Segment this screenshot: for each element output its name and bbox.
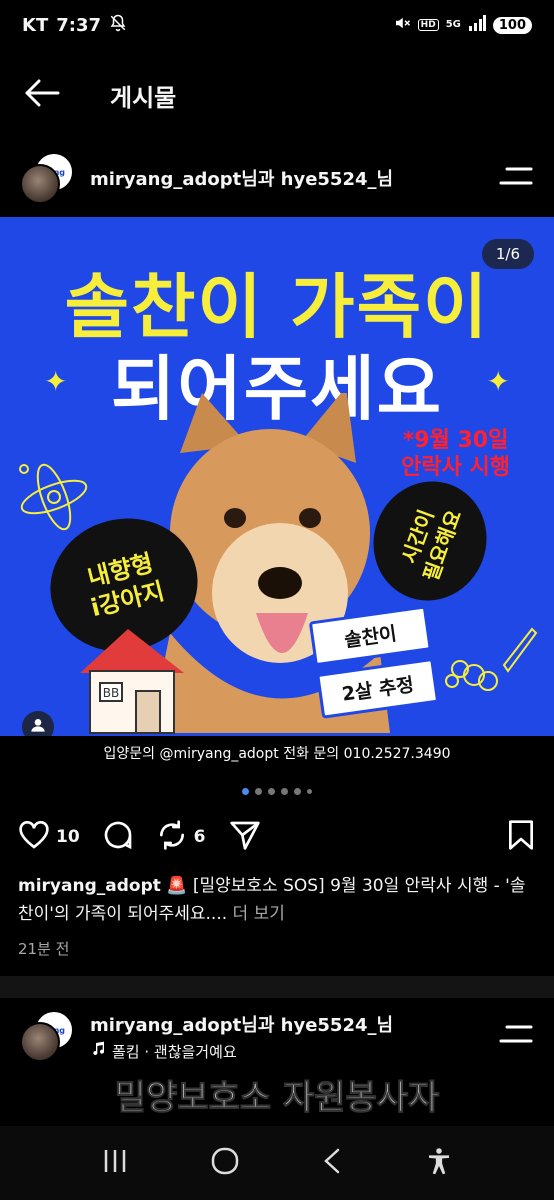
alarm-off-icon [109,14,127,37]
house-illustration: BB [80,629,184,734]
status-right: HD 5G 100 [393,14,532,37]
carousel-dot-active [242,788,249,795]
avatar-hye5524-2[interactable] [20,1022,60,1062]
comment-icon [102,819,134,856]
battery-level: 100 [492,16,532,34]
euthanasia-notice: *9월 30일 안락사 시행 [401,427,510,481]
carousel-dot [281,788,288,795]
house-window-text: BB [103,686,119,700]
rocket-doodle [445,627,538,691]
music-note-icon [90,1041,106,1061]
sparkle-icon: ✦ [44,365,68,398]
carousel-indicator [0,788,554,795]
carousel-dot [307,789,312,794]
feed-divider [0,976,554,998]
video-caption-text: 밀양보호소 자원봉사자 [114,1078,440,1119]
send-icon [228,819,262,856]
user-icon [30,717,46,737]
accessibility-button[interactable] [424,1146,454,1180]
heart-icon [18,820,50,855]
clock: 7:37 [56,14,102,36]
name-card: 솔찬이 2살 추정 [308,605,441,732]
carousel-dot [294,788,301,795]
network-type: 5G [445,19,461,30]
music-title: 폴킴 · 괜찮을거예요 [112,1042,237,1061]
signal-icon [468,14,486,36]
system-nav-bar [0,1126,554,1200]
arrow-left-icon [24,79,60,111]
music-info[interactable]: 폴킴 · 괜찮을거예요 [90,1041,496,1062]
post-header: yang miryang_adopt님과 hye5524_님 [0,148,554,208]
collab-avatars[interactable]: yang [18,152,80,204]
page-title: 게시물 [110,83,177,112]
sparkle-icon: ✦ [486,365,510,398]
post-authors[interactable]: miryang_adopt님과 hye5524_님 [90,165,496,191]
carousel-dot [268,788,275,795]
more-options-button-2[interactable] [496,1021,536,1051]
recent-apps-button[interactable] [101,1148,129,1178]
collab-avatars-2[interactable]: yang [18,1010,80,1062]
post-actions: 10 6 [0,814,554,860]
bookmark-icon [506,819,536,856]
carrier-label: KT [22,14,49,36]
comment-button[interactable] [102,819,134,856]
notice-line-2: 안락사 시행 [401,455,510,480]
repost-count: 6 [193,827,206,847]
name-card-age: 2살 추정 [316,657,440,719]
atom-doodle [19,463,88,531]
avatar-hye5524[interactable] [20,164,60,204]
status-bar: KT 7:37 HD 5G 100 [0,0,554,50]
caption-username[interactable]: miryang_adopt [18,876,161,896]
menu-lines-icon [499,1024,533,1048]
more-options-button[interactable] [496,163,536,193]
share-button[interactable] [228,819,262,856]
post-image[interactable]: 1/6 솔찬이 가족이 되어주세요 ✦ ✦ *9월 30일 안락사 시행 내향형… [0,217,554,770]
top-app-bar: 게시물 [0,60,554,130]
back-nav-button[interactable] [321,1147,343,1179]
carousel-dot [255,788,262,795]
post-authors-2: miryang_adopt님과 hye5524_님 폴킴 · 괜찮을거예요 [90,1011,496,1062]
menu-lines-icon [499,166,533,190]
mute-icon [393,14,411,37]
status-left: KT 7:37 [22,14,127,37]
repost-button[interactable]: 6 [156,819,206,856]
post-authors-2-text[interactable]: miryang_adopt님과 hye5524_님 [90,1011,496,1037]
post-timestamp: 21분 전 [18,940,70,958]
hd-voice-badge: HD [417,19,439,31]
poster-footer: 입양문의 @miryang_adopt 전화 문의 010.2527.3490 [0,736,554,770]
back-button[interactable] [20,73,64,117]
notice-line-1: *9월 30일 [402,428,509,453]
post-video[interactable]: 밀양보호소 자원봉사자 [0,1066,554,1126]
save-button[interactable] [506,819,536,856]
like-count: 10 [56,827,80,847]
home-button[interactable] [210,1146,240,1180]
more-link[interactable]: 더 보기 [233,904,285,924]
post-caption: miryang_adopt 🚨 [밀양보호소 SOS] 9월 30일 안락사 시… [18,872,538,928]
post-header-2: yang miryang_adopt님과 hye5524_님 폴킴 · 괜찮을거… [0,1006,554,1066]
repost-icon [156,819,188,856]
like-button[interactable]: 10 [18,820,80,855]
